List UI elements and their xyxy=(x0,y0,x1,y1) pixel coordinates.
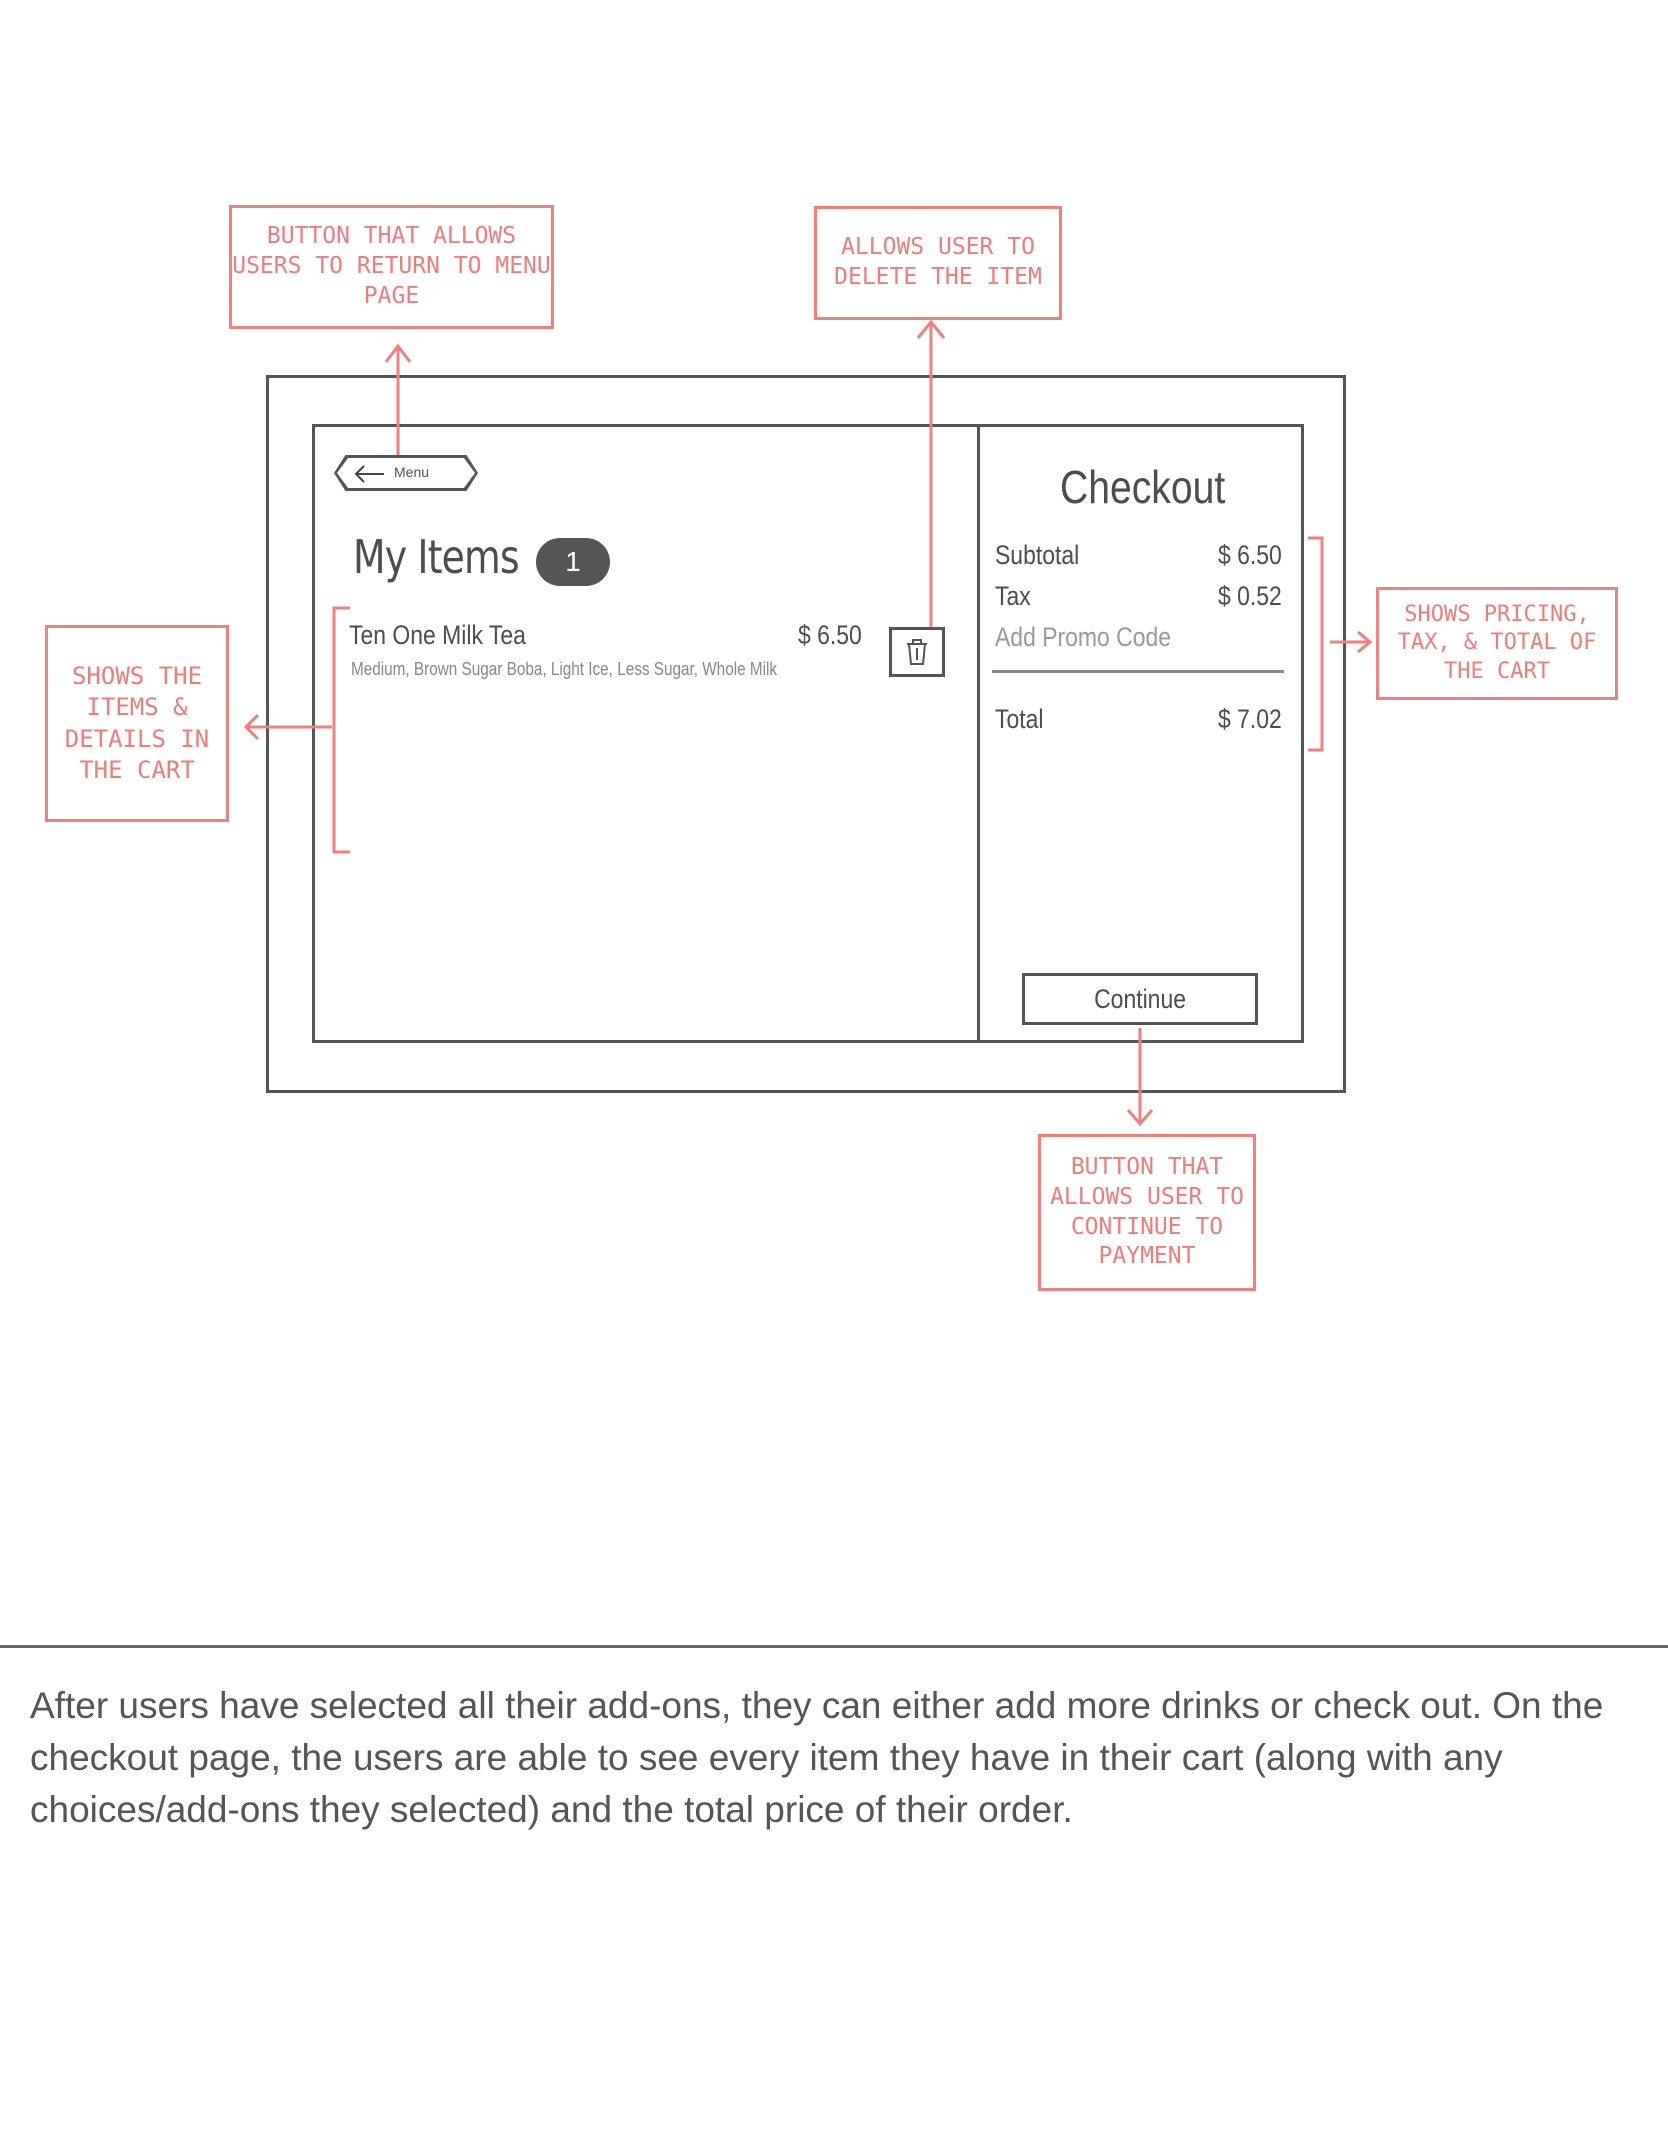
pricing-annotation-text: Shows pricing, tax, & total of the cart xyxy=(1397,601,1597,684)
continue-button-label: Continue xyxy=(1094,983,1186,1014)
item-price: $ 6.50 xyxy=(798,620,862,650)
item-count-badge: 1 xyxy=(536,538,610,586)
pricing-annotation: Shows pricing, tax, & total of the cart xyxy=(1376,587,1618,700)
subtotal-value: $ 6.50 xyxy=(1218,540,1282,570)
items-annotation: Shows the items & details in the cart xyxy=(45,625,229,822)
tax-value: $ 0.52 xyxy=(1218,581,1282,611)
menu-connector-arrowhead xyxy=(384,343,412,363)
trash-icon xyxy=(907,639,927,665)
caption-divider xyxy=(0,1645,1668,1648)
tax-label: Tax xyxy=(995,581,1031,611)
continue-annotation: Button that allows user to continue to p… xyxy=(1038,1134,1256,1291)
items-connector-arrowhead xyxy=(243,713,260,741)
screen-frame xyxy=(312,424,1304,1043)
items-annotation-text: Shows the items & details in the cart xyxy=(64,662,210,784)
menu-button-annotation-text: Button that allows users to return to me… xyxy=(232,223,551,309)
menu-button-label: Menu xyxy=(394,464,430,480)
continue-annotation-text: Button that allows user to continue to p… xyxy=(1050,1153,1244,1270)
continue-button[interactable]: Continue xyxy=(1022,973,1258,1025)
total-value: $ 7.02 xyxy=(1218,704,1282,734)
panel-divider xyxy=(977,424,980,1043)
menu-button-annotation: Button that allows users to return to me… xyxy=(229,205,554,329)
summary-divider xyxy=(992,670,1284,673)
pricing-connector-arrowhead xyxy=(1357,630,1373,654)
arrow-left-icon xyxy=(354,465,384,483)
delete-annotation-text: Allows user to delete the item xyxy=(834,234,1042,290)
continue-connector-arrowhead xyxy=(1126,1109,1154,1127)
delete-connector-arrowhead xyxy=(916,319,946,339)
total-label: Total xyxy=(995,704,1044,734)
item-name: Ten One Milk Tea xyxy=(349,620,526,650)
subtotal-label: Subtotal xyxy=(995,540,1080,570)
item-details: Medium, Brown Sugar Boba, Light Ice, Les… xyxy=(351,659,778,679)
checkout-title: Checkout xyxy=(1060,461,1226,513)
my-items-title: My Items xyxy=(353,530,520,584)
delete-item-button[interactable] xyxy=(889,627,945,677)
delete-annotation: Allows user to delete the item xyxy=(814,206,1062,320)
caption-text: After users have selected all their add-… xyxy=(30,1685,1604,1830)
promo-code-input[interactable]: Add Promo Code xyxy=(995,622,1171,653)
